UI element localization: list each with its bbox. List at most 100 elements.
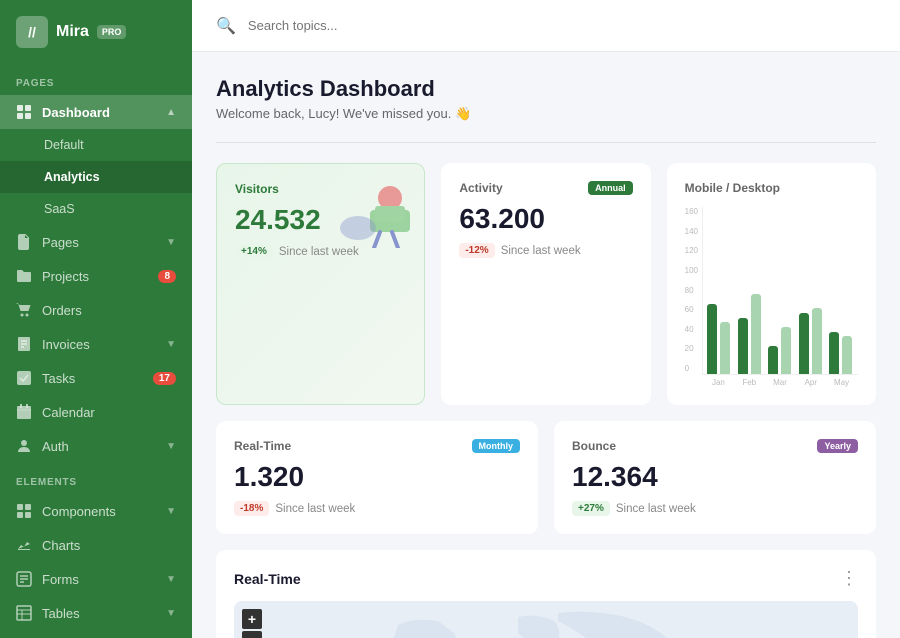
person-icon <box>16 438 32 454</box>
y-label-140: 140 <box>685 227 698 236</box>
x-label-feb: Feb <box>737 378 762 387</box>
y-axis-labels: 160 140 120 100 80 60 40 20 0 <box>685 207 702 387</box>
section-label-elements: ELEMENTS <box>0 463 192 494</box>
y-label-60: 60 <box>685 305 698 314</box>
calendar-icon <box>16 404 32 420</box>
logo-icon: // <box>16 16 48 48</box>
realtime-footer: -18% Since last week <box>234 501 520 516</box>
sidebar-item-components-label: Components <box>42 504 116 519</box>
activity-value: 63.200 <box>459 203 632 235</box>
stats-grid-top: Visitors 24.532 +14% Since last week <box>216 163 876 405</box>
sidebar-item-analytics[interactable]: Analytics <box>0 161 192 193</box>
person-laptop-illustration <box>330 168 420 248</box>
y-label-0: 0 <box>685 364 698 373</box>
x-label-may: May <box>829 378 854 387</box>
sidebar-item-pages[interactable]: Pages ▼ <box>0 225 192 259</box>
sidebar-item-tables-label: Tables <box>42 606 80 621</box>
map-header: Real-Time ⋮ <box>234 568 858 589</box>
x-label-mar: Mar <box>768 378 793 387</box>
bar-may-dark <box>829 332 839 374</box>
chevron-down-components-icon: ▼ <box>166 506 176 517</box>
x-label-apr: Apr <box>798 378 823 387</box>
sidebar-item-tasks[interactable]: Tasks 17 <box>0 361 192 395</box>
visitors-illustration <box>330 168 420 263</box>
sidebar-item-charts-label: Charts <box>42 538 80 553</box>
map-zoom-out-button[interactable]: − <box>242 631 262 638</box>
sidebar-item-charts[interactable]: Charts <box>0 528 192 562</box>
cart-icon <box>16 302 32 318</box>
activity-change: -12% <box>459 243 494 258</box>
sidebar-item-projects-label: Projects <box>42 269 89 284</box>
bar-group-apr <box>799 308 824 374</box>
logo-badge: PRO <box>97 25 127 39</box>
section-label-pages: PAGES <box>0 64 192 95</box>
sidebar-item-projects[interactable]: Projects 8 <box>0 259 192 293</box>
y-label-20: 20 <box>685 344 698 353</box>
tasks-badge: 17 <box>153 372 176 385</box>
page-subtitle: Welcome back, Lucy! We've missed you. 👋 <box>216 106 876 122</box>
sidebar-item-pages-label: Pages <box>42 235 79 250</box>
content-divider <box>216 142 876 143</box>
components-icon <box>16 503 32 519</box>
bar-may-light <box>842 336 852 374</box>
bar-mar-dark <box>768 346 778 374</box>
sidebar-item-default-label: Default <box>44 138 84 152</box>
search-input[interactable] <box>248 18 876 33</box>
sidebar-item-invoices[interactable]: Invoices ▼ <box>0 327 192 361</box>
sidebar-item-dashboard[interactable]: Dashboard ▲ <box>0 95 192 129</box>
chevron-down-tables-icon: ▼ <box>166 608 176 619</box>
sidebar-item-default[interactable]: Default <box>0 129 192 161</box>
map-zoom-in-button[interactable]: + <box>242 609 262 629</box>
realtime-value: 1.320 <box>234 461 520 493</box>
realtime-change: -18% <box>234 501 269 516</box>
realtime-since: Since last week <box>275 503 355 515</box>
sidebar-item-components[interactable]: Components ▼ <box>0 494 192 528</box>
y-label-80: 80 <box>685 286 698 295</box>
check-icon <box>16 370 32 386</box>
sidebar-item-analytics-label: Analytics <box>44 170 100 184</box>
projects-badge: 8 <box>158 270 176 283</box>
map-menu-icon[interactable]: ⋮ <box>840 568 858 589</box>
bar-group-mar <box>768 327 793 374</box>
sidebar-item-tasks-label: Tasks <box>42 371 75 386</box>
activity-since: Since last week <box>501 245 581 257</box>
topbar: 🔍 <box>192 0 900 52</box>
sidebar-logo: // Mira PRO <box>0 0 192 64</box>
mobile-desktop-title: Mobile / Desktop <box>685 181 858 195</box>
sidebar-item-tables[interactable]: Tables ▼ <box>0 596 192 630</box>
sidebar-item-icons[interactable]: Icons ▼ <box>0 630 192 638</box>
stat-card-bounce: Bounce Yearly 12.364 +27% Since last wee… <box>554 421 876 534</box>
y-label-160: 160 <box>685 207 698 216</box>
bar-mar-light <box>781 327 791 374</box>
x-label-jan: Jan <box>706 378 731 387</box>
chart-area: Jan Feb Mar Apr May <box>702 207 858 387</box>
map-dots <box>234 601 858 638</box>
map-title: Real-Time <box>234 571 301 587</box>
logo-text: Mira <box>56 23 89 41</box>
stat-card-activity: Activity Annual 63.200 -12% Since last w… <box>441 163 650 405</box>
sidebar-item-forms[interactable]: Forms ▼ <box>0 562 192 596</box>
bar-jan-light <box>720 322 730 374</box>
bounce-badge: Yearly <box>817 439 858 453</box>
sidebar-item-calendar[interactable]: Calendar <box>0 395 192 429</box>
grid-icon <box>16 104 32 120</box>
sidebar-item-auth-label: Auth <box>42 439 69 454</box>
sidebar-scroll: PAGES Dashboard ▲ Default Analytics SaaS… <box>0 64 192 638</box>
activity-footer: -12% Since last week <box>459 243 632 258</box>
activity-badge: Annual <box>588 181 633 195</box>
sidebar-item-auth[interactable]: Auth ▼ <box>0 429 192 463</box>
sidebar-item-orders[interactable]: Orders <box>0 293 192 327</box>
bounce-label: Bounce <box>572 439 858 453</box>
chevron-down-forms-icon: ▼ <box>166 574 176 585</box>
bounce-since: Since last week <box>616 503 696 515</box>
bounce-footer: +27% Since last week <box>572 501 858 516</box>
chevron-up-icon: ▲ <box>166 107 176 118</box>
bar-apr-dark <box>799 313 809 374</box>
bars-container <box>702 207 858 375</box>
page-title: Analytics Dashboard <box>216 76 876 102</box>
search-icon: 🔍 <box>216 16 236 36</box>
chevron-down-auth-icon: ▼ <box>166 441 176 452</box>
bar-jan-dark <box>707 304 717 374</box>
chevron-down-icon: ▼ <box>166 237 176 248</box>
sidebar-item-saas[interactable]: SaaS <box>0 193 192 225</box>
